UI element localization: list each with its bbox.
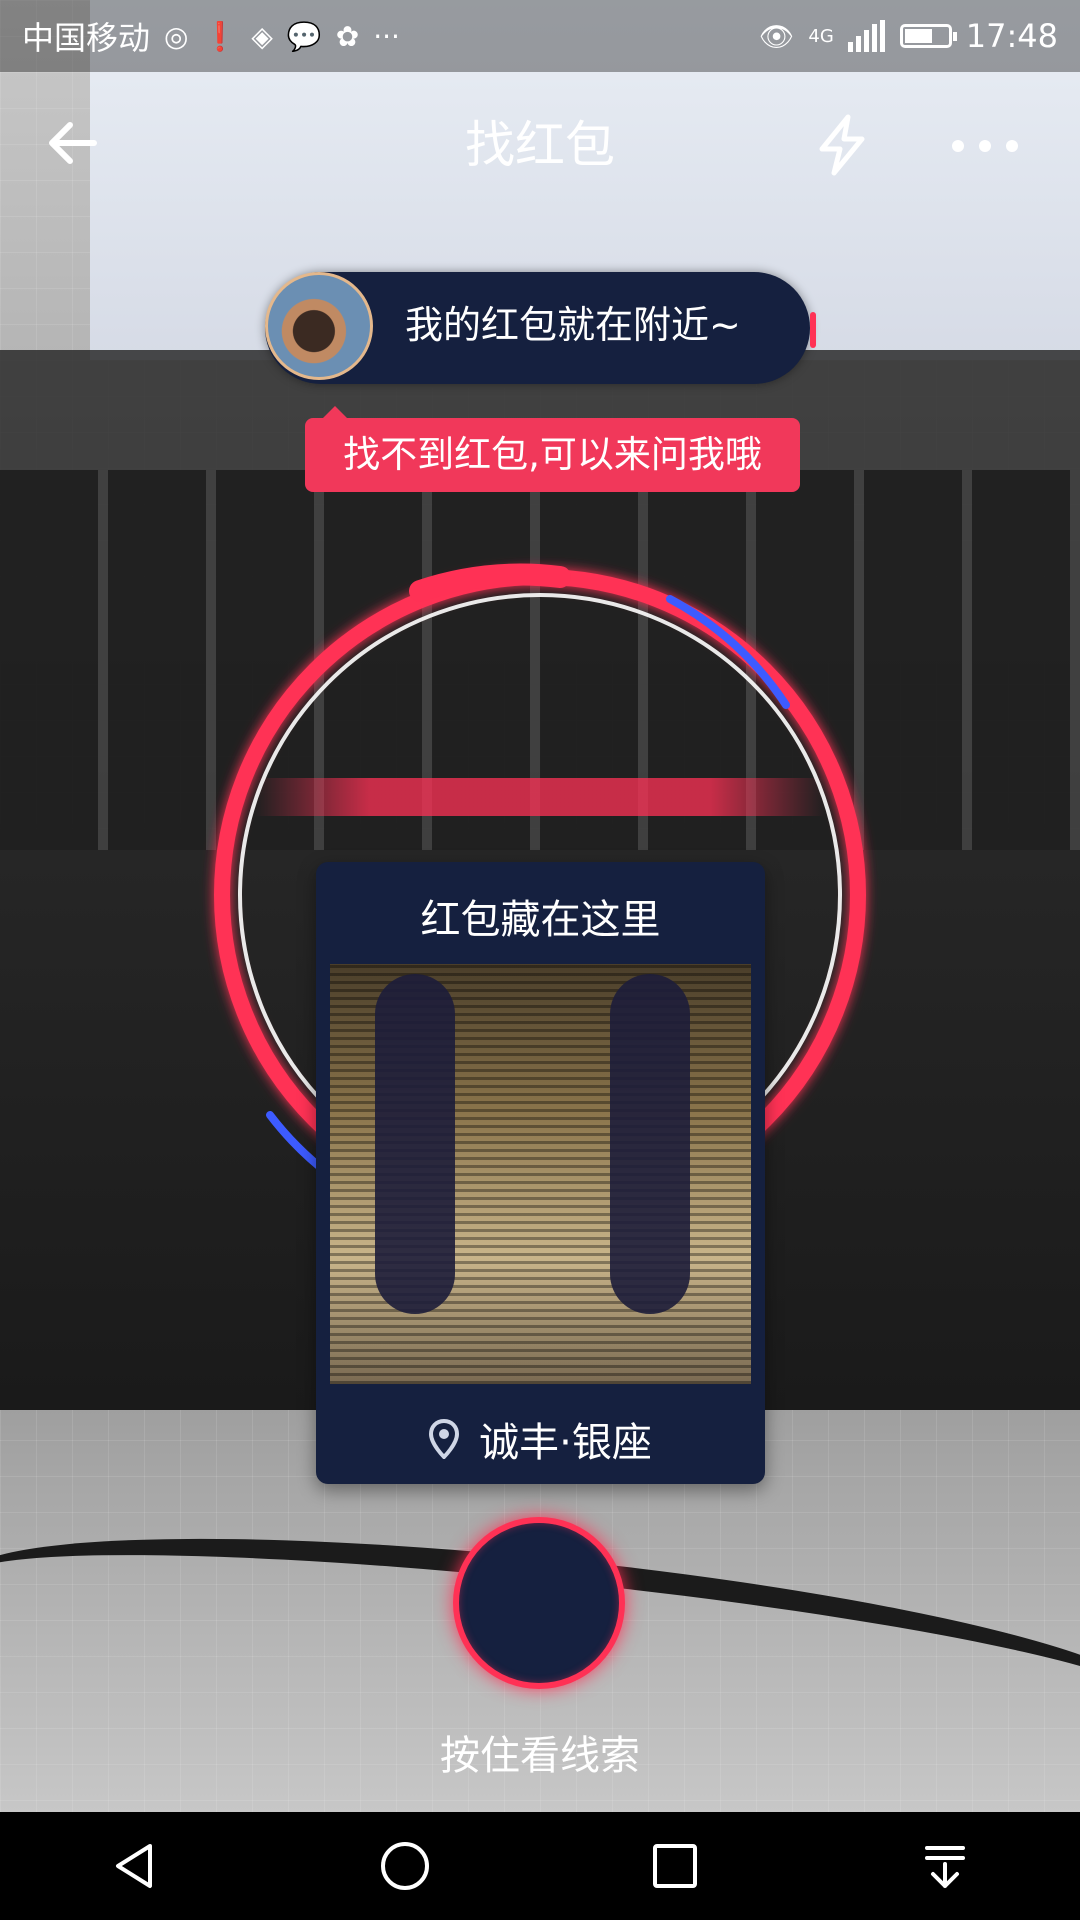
home-circle-icon [381,1842,429,1890]
battery-icon [899,24,957,48]
ask-tooltip[interactable]: 找不到红包,可以来问我哦 [305,406,800,492]
more-dots-icon [952,140,1018,152]
figurine-right [610,974,690,1314]
clue-card: 红包藏在这里 诚丰·银座 [316,862,765,1484]
hold-clue-label: 按住看线索 [440,1733,640,1779]
eye-icon: 👁 [758,19,795,53]
clue-photo [330,964,751,1384]
nav-recents-button[interactable] [640,1831,710,1901]
hotspot-icon: ◎ [164,19,189,53]
alert-icon: ❗ [202,19,238,53]
recents-square-icon [653,1844,697,1888]
lightning-icon [819,114,865,176]
clue-title: 红包藏在这里 [420,897,661,943]
flash-button[interactable] [810,113,874,177]
avatar[interactable] [265,272,373,380]
status-bar: 中国移动 ◎ ❗ ◈ 💬 ✿ ··· 👁 4G 17:48 [0,0,1080,72]
nav-home-button[interactable] [370,1831,440,1901]
location-name: 诚丰·银座 [479,1420,652,1466]
map-icon: ◈ [251,19,273,53]
network-type: 4G [808,25,834,47]
nav-notification-button[interactable] [910,1831,980,1901]
hold-clue-button[interactable] [453,1517,625,1689]
more-button[interactable] [950,125,1020,156]
message-icon: 💬 [286,19,322,53]
notification-down-icon [925,1846,965,1888]
clue-location: 诚丰·银座 [316,1410,765,1468]
system-nav-bar [0,1812,1080,1920]
bubble-accent [810,312,816,348]
page-title: 找红包 [465,116,615,174]
signal-icon [847,20,885,52]
header: 找红包 [0,95,1080,195]
carrier-name: 中国移动 [22,19,151,57]
huawei-icon: ✿ [335,19,360,53]
figurine-left [375,974,455,1314]
nav-back-button[interactable] [100,1831,170,1901]
location-pin-icon [429,1419,460,1459]
clock: 17:48 [965,17,1058,55]
status-more: ··· [373,19,400,53]
back-triangle-icon [116,1844,152,1888]
hint-text: 我的红包就在附近~ [405,303,741,347]
hint-bubble[interactable]: 我的红包就在附近~ [265,272,816,384]
